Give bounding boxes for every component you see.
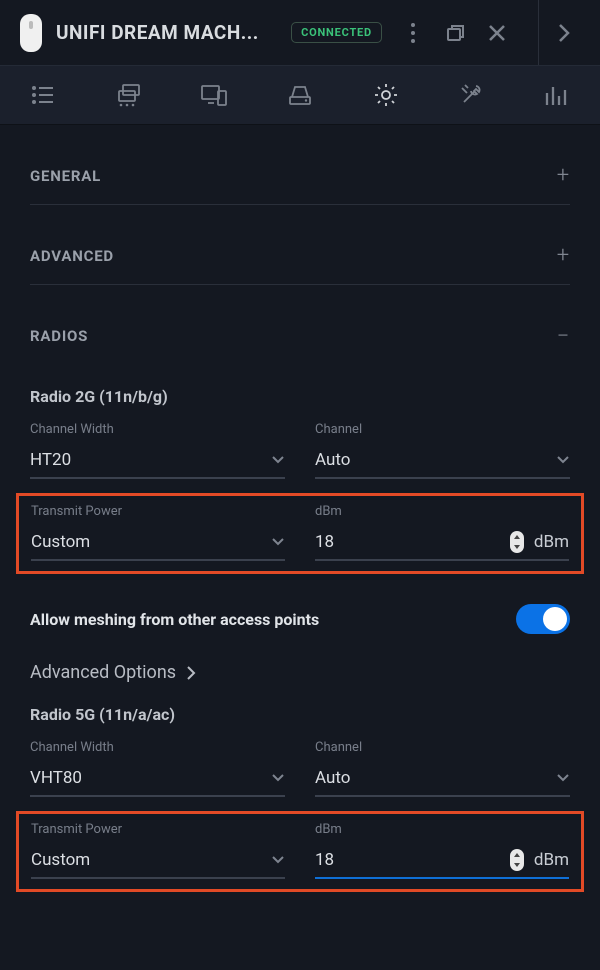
- chevron-down-icon: [556, 450, 570, 470]
- stepper-icon[interactable]: [510, 531, 524, 553]
- chevron-down-icon: [271, 532, 285, 552]
- channel-width-label: Channel Width: [30, 740, 285, 755]
- chevron-down-icon: [271, 850, 285, 870]
- channel-label: Channel: [315, 740, 570, 755]
- mesh-toggle[interactable]: [516, 604, 570, 634]
- section-advanced-title: ADVANCED: [30, 247, 114, 265]
- channel-select-5g[interactable]: Auto: [315, 761, 570, 797]
- channel-width-select-2g[interactable]: HT20: [30, 443, 285, 479]
- highlight-box-2g: Transmit Power Custom dBm 18 dBm: [16, 493, 584, 574]
- connection-status-badge: CONNECTED: [291, 22, 382, 43]
- chevron-down-icon: [271, 768, 285, 788]
- chevron-down-icon: [556, 768, 570, 788]
- tab-devices[interactable]: [171, 66, 257, 124]
- tab-storage[interactable]: [257, 66, 343, 124]
- dbm-value: 18: [315, 850, 500, 870]
- mesh-label: Allow meshing from other access points: [30, 610, 319, 629]
- transmit-power-label: Transmit Power: [31, 504, 285, 519]
- transmit-power-select-2g[interactable]: Custom: [31, 525, 285, 561]
- device-title: UNIFI DREAM MACH...: [56, 21, 277, 44]
- channel-label: Channel: [315, 422, 570, 437]
- advanced-options-label: Advanced Options: [30, 662, 176, 683]
- channel-select-2g[interactable]: Auto: [315, 443, 570, 479]
- tab-stats[interactable]: [514, 66, 600, 124]
- transmit-power-select-5g[interactable]: Custom: [31, 843, 285, 879]
- section-general-title: GENERAL: [30, 167, 101, 185]
- tab-tools[interactable]: [429, 66, 515, 124]
- select-value: Auto: [315, 768, 350, 788]
- chevron-down-icon: [271, 450, 285, 470]
- dbm-label: dBm: [315, 504, 569, 519]
- dbm-input-5g[interactable]: 18 dBm: [315, 843, 569, 879]
- expand-icon[interactable]: +: [557, 243, 570, 268]
- dbm-label: dBm: [315, 822, 569, 837]
- close-icon[interactable]: [480, 16, 514, 50]
- dbm-unit: dBm: [534, 850, 569, 870]
- tab-clients[interactable]: [86, 66, 172, 124]
- highlight-box-5g: Transmit Power Custom dBm 18 dBm: [16, 811, 584, 892]
- select-value: HT20: [30, 450, 71, 470]
- collapse-icon[interactable]: −: [557, 324, 570, 349]
- advanced-options-link[interactable]: Advanced Options: [30, 662, 570, 683]
- channel-width-select-5g[interactable]: VHT80: [30, 761, 285, 797]
- tab-settings[interactable]: [343, 66, 429, 124]
- panel-forward-button[interactable]: [538, 0, 588, 65]
- transmit-power-label: Transmit Power: [31, 822, 285, 837]
- dbm-value: 18: [315, 532, 500, 552]
- section-general-header[interactable]: GENERAL +: [30, 147, 570, 205]
- channel-width-label: Channel Width: [30, 422, 285, 437]
- radio-5g-heading: Radio 5G (11n/a/ac): [30, 705, 570, 724]
- stepper-icon[interactable]: [510, 849, 524, 871]
- restore-window-icon[interactable]: [438, 16, 472, 50]
- select-value: Auto: [315, 450, 350, 470]
- tab-overview[interactable]: [0, 66, 86, 124]
- section-radios-header[interactable]: RADIOS −: [30, 307, 570, 365]
- select-value: Custom: [31, 532, 90, 552]
- section-radios-title: RADIOS: [30, 327, 88, 345]
- expand-icon[interactable]: +: [557, 163, 570, 188]
- dbm-input-2g[interactable]: 18 dBm: [315, 525, 569, 561]
- device-icon: [20, 14, 42, 52]
- dbm-unit: dBm: [534, 532, 569, 552]
- select-value: Custom: [31, 850, 90, 870]
- more-icon[interactable]: [396, 16, 430, 50]
- radio-2g-heading: Radio 2G (11n/b/g): [30, 387, 570, 406]
- chevron-right-icon: [186, 665, 196, 681]
- section-advanced-header[interactable]: ADVANCED +: [30, 227, 570, 285]
- select-value: VHT80: [30, 768, 82, 788]
